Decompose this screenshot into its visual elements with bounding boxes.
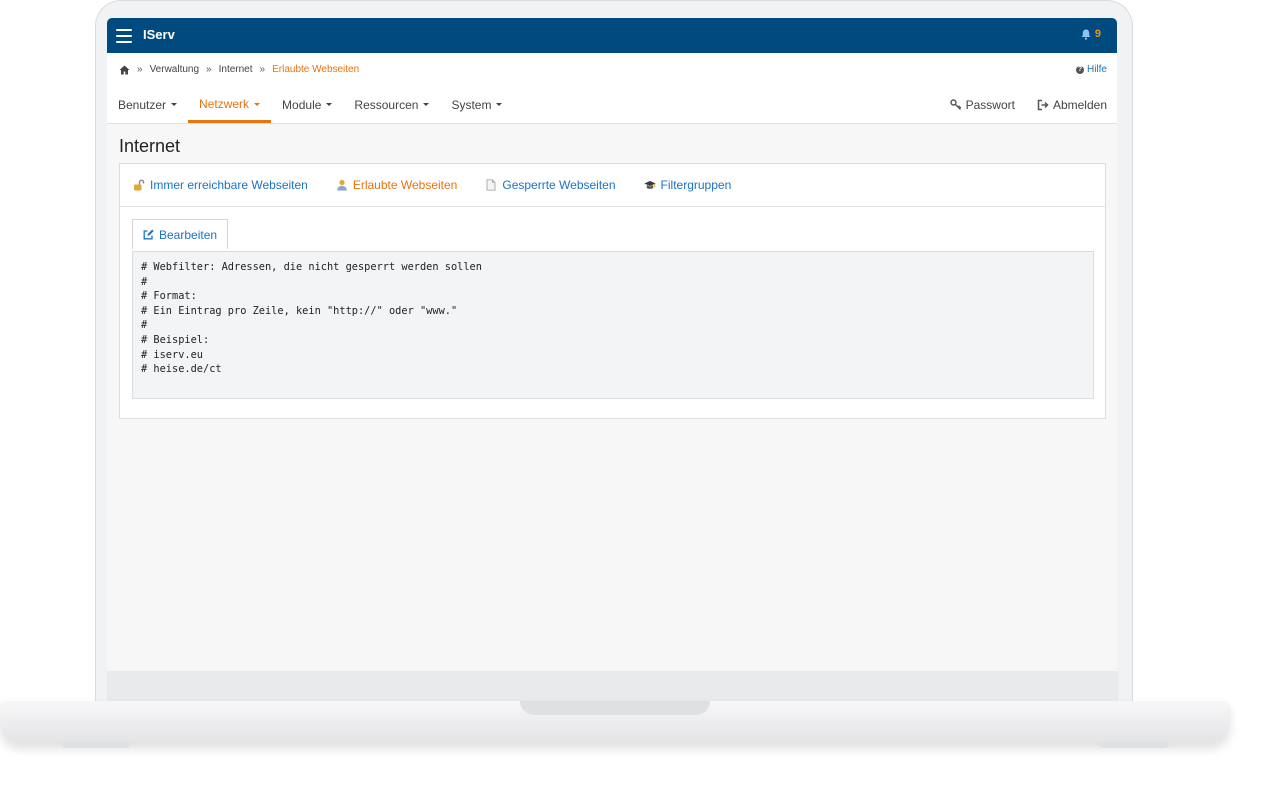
page-title: Internet (119, 136, 181, 156)
tab-filtergruppen[interactable]: Filtergruppen (643, 178, 732, 192)
laptop-foot-right (1098, 742, 1170, 748)
caret-down-icon (326, 103, 333, 106)
breadcrumb: » Verwaltung » Internet » Erlaubte Webse… (119, 64, 359, 75)
nav-ressourcen[interactable]: Ressourcen (343, 88, 440, 121)
header-area: » Verwaltung » Internet » Erlaubte Webse… (107, 53, 1117, 124)
tab-immer-erreichbar[interactable]: Immer erreichbare Webseiten (133, 178, 308, 192)
breadcrumb-separator: » (137, 64, 143, 75)
nav-module[interactable]: Module (271, 88, 343, 121)
notifications[interactable]: 9 (1081, 28, 1101, 40)
edit-button[interactable]: Bearbeiten (132, 219, 229, 249)
code-block: # Webfilter: Adressen, die nicht gesperr… (132, 251, 1094, 399)
menu-icon[interactable] (116, 29, 132, 43)
caret-down-icon (423, 103, 430, 106)
tab-label: Filtergruppen (660, 178, 732, 192)
help-link[interactable]: ? Hilfe (1075, 64, 1107, 75)
main-nav: Benutzer Netzwerk Module Ressourcen Syst… (107, 88, 513, 123)
tab-gesperrte-webseiten[interactable]: Gesperrte Webseiten (485, 178, 616, 192)
logout-label: Abmelden (1052, 97, 1107, 112)
nav-benutzer[interactable]: Benutzer (107, 88, 188, 121)
question-icon: ? (1075, 65, 1084, 74)
unlock-icon (134, 179, 145, 191)
nav-label: Benutzer (118, 97, 167, 112)
logout-link[interactable]: Abmelden (1037, 98, 1107, 112)
tab-label: Immer erreichbare Webseiten (150, 178, 308, 192)
nav-label: Netzwerk (199, 97, 250, 111)
edit-label: Bearbeiten (159, 227, 218, 242)
logout-icon (1037, 99, 1049, 110)
content-panel: Immer erreichbare Webseiten Erlaubte Web… (119, 163, 1106, 419)
breadcrumb-separator: » (259, 64, 266, 75)
tab-erlaubte-webseiten[interactable]: Erlaubte Webseiten (336, 178, 458, 192)
screen: IServ 9 » Verwaltung » Internet » Erlaub… (107, 18, 1117, 671)
bell-icon (1081, 29, 1091, 40)
sub-tabs: Immer erreichbare Webseiten Erlaubte Web… (120, 164, 1105, 207)
nav-system[interactable]: System (440, 88, 513, 121)
breadcrumb-verwaltung[interactable]: Verwaltung (150, 64, 199, 75)
caret-down-icon (496, 103, 503, 106)
document-icon (486, 179, 496, 191)
app-title[interactable]: IServ (143, 27, 175, 42)
nav-label: Ressourcen (354, 97, 419, 112)
home-icon[interactable] (119, 65, 130, 75)
nav-netzwerk[interactable]: Netzwerk (188, 88, 272, 123)
graduation-cap-icon (643, 181, 656, 189)
tab-label: Erlaubte Webseiten (352, 178, 458, 192)
user-actions: Passwort Abmelden (949, 88, 1107, 121)
key-icon (949, 98, 961, 110)
breadcrumb-internet[interactable]: Internet (219, 64, 253, 75)
laptop-foot-left (60, 742, 132, 748)
laptop-bezel (107, 671, 1118, 701)
breadcrumb-separator: » (206, 64, 212, 75)
tab-label: Gesperrte Webseiten (502, 178, 616, 192)
edit-icon (143, 229, 154, 240)
user-icon (337, 179, 347, 191)
help-label: Hilfe (1086, 64, 1107, 75)
caret-down-icon (171, 103, 178, 106)
caret-down-icon (254, 102, 261, 106)
laptop-notch (520, 701, 710, 715)
password-label: Passwort (965, 97, 1015, 112)
nav-label: Module (282, 97, 322, 112)
notification-count: 9 (1094, 28, 1101, 40)
breadcrumb-active: Erlaubte Webseiten (272, 64, 360, 75)
nav-label: System (451, 97, 492, 112)
password-link[interactable]: Passwort (949, 97, 1015, 112)
top-bar: IServ 9 (107, 18, 1117, 53)
